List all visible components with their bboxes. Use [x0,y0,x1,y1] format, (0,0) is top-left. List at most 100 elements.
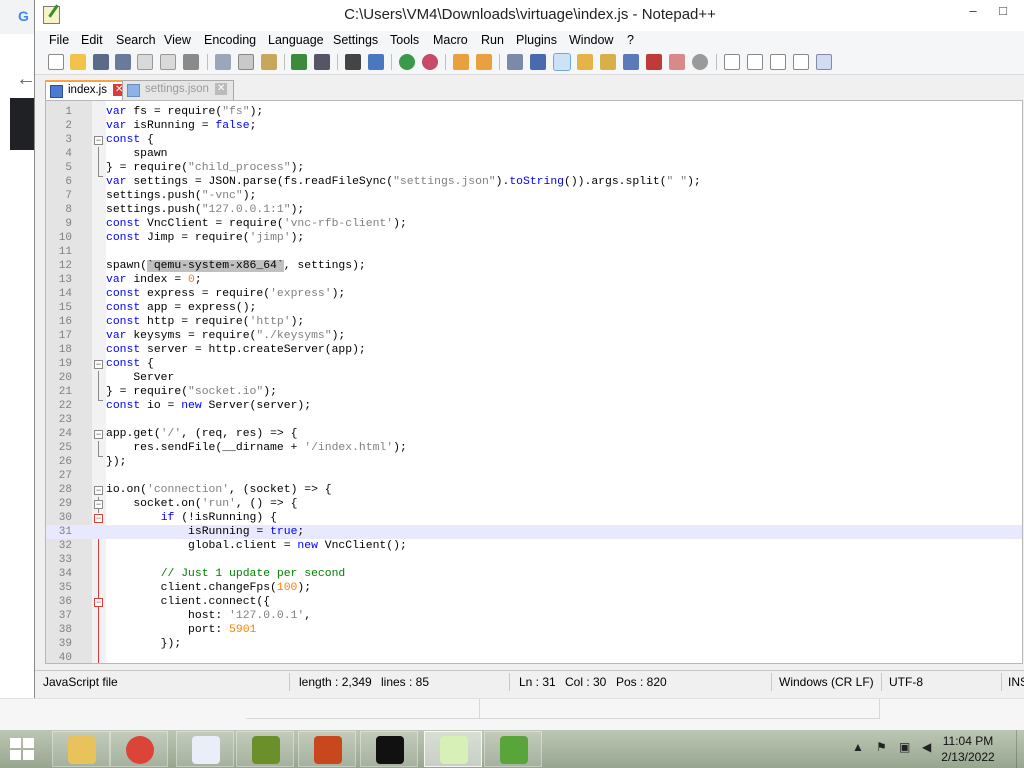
code-text[interactable]: // Just 1 update per second [106,567,346,581]
code-text[interactable]: } = require("child_process"); [106,161,304,175]
playback-macro-icon[interactable] [770,54,786,70]
replace-icon[interactable] [368,54,384,70]
code-line[interactable]: 1 var fs = require("fs"); [46,105,1022,119]
menu-search[interactable]: Search [116,33,156,47]
code-line[interactable]: 37 host: '127.0.0.1', [46,609,1022,623]
code-line[interactable]: 26}); [46,455,1022,469]
code-text[interactable]: if (!isRunning) { [106,511,277,525]
code-line[interactable]: 2 var isRunning = false; [46,119,1022,133]
volume-muted-icon[interactable]: ◀ [922,740,931,754]
code-line[interactable]: 19 const { [46,357,1022,371]
save-icon[interactable] [93,54,109,70]
function-list-icon[interactable] [646,54,662,70]
code-editor[interactable]: − − − − − − − 1 var fs = require("fs"); 2 v… [45,100,1023,664]
save-macro-icon[interactable] [816,54,832,70]
code-text[interactable]: } = require("socket.io"); [106,385,277,399]
menu-window[interactable]: Window [569,33,613,47]
taskbar-app-file-explorer[interactable] [52,731,110,767]
menu-help[interactable]: ? [627,33,634,47]
show-all-characters-icon[interactable] [530,54,546,70]
code-line[interactable]: 24 app.get('/', (req, res) => { [46,427,1022,441]
menu-macro[interactable]: Macro [433,33,468,47]
menu-tools[interactable]: Tools [390,33,419,47]
code-lines[interactable]: 1 var fs = require("fs"); 2 var isRunning =… [46,105,1022,663]
copy-icon[interactable] [238,54,254,70]
status-encoding[interactable]: UTF-8 [889,675,923,689]
user-defined-language-icon[interactable] [577,54,593,70]
code-text[interactable]: global.client = new VncClient(); [106,539,407,553]
code-line[interactable]: 4 spawn [46,147,1022,161]
show-desktop-button[interactable] [1016,730,1024,768]
code-line[interactable]: 13 var index = 0; [46,273,1022,287]
code-text[interactable]: const io = new Server(server); [106,399,311,413]
code-line[interactable]: 28 io.on('connection', (socket) => { [46,483,1022,497]
word-wrap-icon[interactable] [507,54,523,70]
document-map-icon[interactable] [600,54,616,70]
start-button[interactable] [10,738,36,760]
run-macro-multiple-icon[interactable] [793,54,809,70]
taskbar-app-app-green-frog[interactable] [484,731,542,767]
taskbar-app-app-red-orb[interactable] [298,731,356,767]
code-text[interactable]: const VncClient = require('vnc-rfb-clien… [106,217,407,231]
paste-icon[interactable] [261,54,277,70]
monitoring-icon[interactable] [692,54,708,70]
network-icon[interactable]: ▣ [899,740,910,754]
tab-settings-json[interactable]: settings.json ✕ [122,80,235,100]
code-text[interactable]: const { [106,357,154,371]
code-line[interactable]: 30 if (!isRunning) { [46,511,1022,525]
code-text[interactable]: }); [106,455,127,469]
code-text[interactable]: app.get('/', (req, res) => { [106,427,297,441]
code-line[interactable]: 39 }); [46,637,1022,651]
code-line[interactable]: 34 // Just 1 update per second [46,567,1022,581]
print-icon[interactable] [183,54,199,70]
save-all-icon[interactable] [115,54,131,70]
record-macro-icon[interactable] [724,54,740,70]
code-line[interactable]: 3 const { [46,133,1022,147]
code-line[interactable]: 35 client.changeFps(100); [46,581,1022,595]
sync-horizontal-icon[interactable] [476,54,492,70]
code-text[interactable]: port: 5901 [106,623,256,637]
code-line[interactable]: 22 const io = new Server(server); [46,399,1022,413]
code-line[interactable]: 40 [46,651,1022,663]
undo-icon[interactable] [291,54,307,70]
code-text[interactable]: Server [106,371,174,385]
code-line[interactable]: 12 spawn(`qemu-system-x86_64`, settings); [46,259,1022,273]
code-text[interactable]: res.sendFile(__dirname + '/index.html'); [106,441,406,455]
status-eol-format[interactable]: Windows (CR LF) [779,675,874,689]
menu-edit[interactable]: Edit [81,33,103,47]
browser-back-icon[interactable]: ← [16,68,36,91]
zoom-out-icon[interactable] [422,54,438,70]
code-line[interactable]: 11 [46,245,1022,259]
code-text[interactable]: const server = http.createServer(app); [106,343,366,357]
code-line[interactable]: 29 socket.on('run', () => { [46,497,1022,511]
code-line[interactable]: 9 const VncClient = require('vnc-rfb-clie… [46,217,1022,231]
zoom-in-icon[interactable] [399,54,415,70]
code-line[interactable]: 14 const express = require('express'); [46,287,1022,301]
code-text[interactable]: var keysyms = require("./keysyms"); [106,329,345,343]
code-text[interactable]: const http = require('http'); [106,315,304,329]
code-line[interactable]: 7 settings.push("-vnc"); [46,189,1022,203]
taskbar-app-notepad-plus-plus[interactable] [424,731,482,767]
code-text[interactable]: const Jimp = require('jimp'); [106,231,304,245]
close-all-icon[interactable] [160,54,176,70]
code-line[interactable]: 33 [46,553,1022,567]
indent-guide-icon[interactable] [553,53,571,71]
code-line[interactable]: 16 const http = require('http'); [46,315,1022,329]
code-text[interactable]: spawn [106,147,167,161]
code-line[interactable]: 18 const server = http.createServer(app); [46,343,1022,357]
code-text[interactable]: settings.push("127.0.0.1:1"); [106,203,304,217]
code-text[interactable]: var isRunning = false; [106,119,256,133]
taskbar-app-app-blue-bird[interactable] [176,731,234,767]
code-line[interactable]: 5} = require("child_process"); [46,161,1022,175]
taskbar-app-app-green-globe[interactable] [236,731,294,767]
menu-encoding[interactable]: Encoding [204,33,256,47]
code-text[interactable]: spawn(`qemu-system-x86_64`, settings); [106,259,366,273]
find-icon[interactable] [345,54,361,70]
code-text[interactable]: socket.on('run', () => { [106,497,297,511]
stop-recording-icon[interactable] [747,54,763,70]
title-bar[interactable]: C:\Users\VM4\Downloads\virtuage\index.js… [35,0,1024,31]
close-file-icon[interactable] [137,54,153,70]
code-text[interactable]: const app = express(); [106,301,256,315]
taskbar-app-chrome[interactable] [110,731,168,767]
menu-settings[interactable]: Settings [333,33,378,47]
